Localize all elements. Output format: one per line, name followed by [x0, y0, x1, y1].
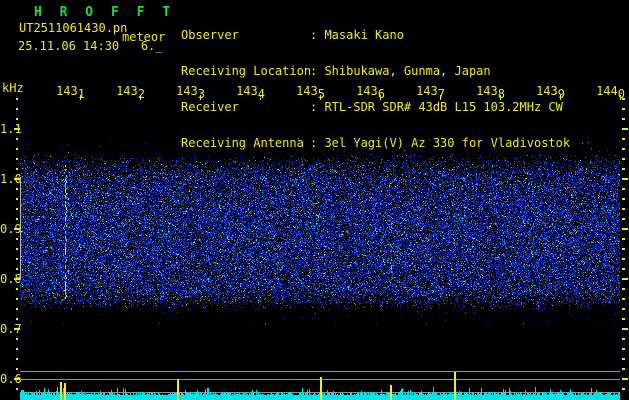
meteor-event-spike — [454, 372, 456, 400]
meteor-event-spike — [177, 379, 179, 400]
meteor-event-spike — [390, 385, 392, 400]
meteor-event-spike — [60, 382, 62, 400]
hrofft-screen: H R O F F T UT2511061430.pn meteor 25.11… — [0, 0, 629, 400]
meteor-event-layer — [0, 0, 629, 400]
meteor-event-spike — [64, 383, 66, 400]
meteor-event-spike — [320, 377, 322, 400]
